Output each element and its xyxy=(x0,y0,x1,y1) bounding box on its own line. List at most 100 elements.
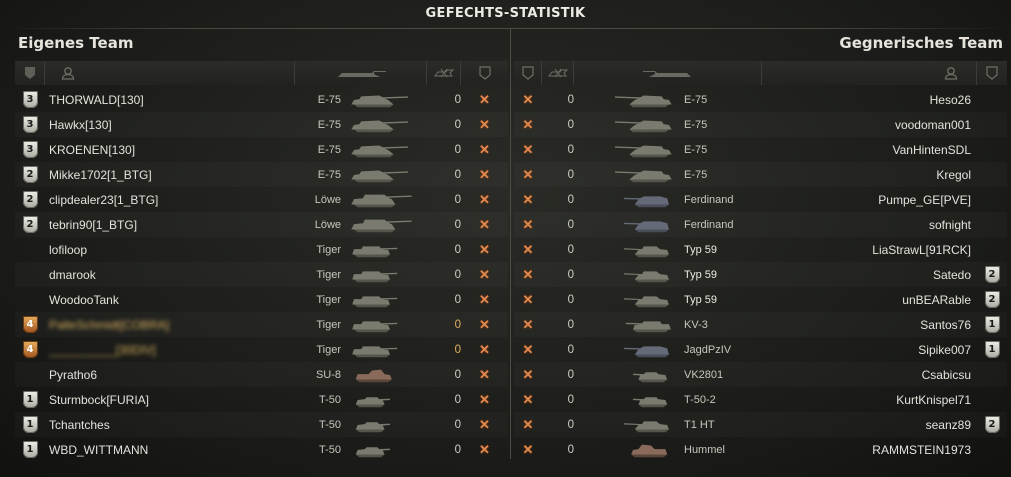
badge-cell: 3 xyxy=(15,91,45,108)
frags-count: 0 xyxy=(454,418,461,431)
mastery-badge: 4 xyxy=(22,316,38,333)
tank-icon xyxy=(345,416,427,434)
player-row[interactable]: 1 Sturmbock[FURIA] T-50 0 ✕ xyxy=(15,387,508,412)
player-row[interactable]: dmarook Tiger 0 ✕ xyxy=(15,262,508,287)
player-name: sofnight xyxy=(928,217,971,232)
player-name: voodoman001 xyxy=(894,117,971,132)
player-name: Sipike007 xyxy=(918,342,971,357)
player-name: tebrin90[1_BTG] xyxy=(49,217,138,232)
player-row[interactable]: 2 clipdealer23[1_BTG] Löwe 0 ✕ xyxy=(15,187,508,212)
tank-icon xyxy=(345,241,427,259)
frags-count: 0 xyxy=(567,243,574,256)
tank-name: JagdPzIV xyxy=(684,343,732,356)
player-row[interactable]: ✕ 0 T1 HT seanz89 2 xyxy=(514,412,1007,437)
destroyed-icon: ✕ xyxy=(522,216,534,232)
tank-icon xyxy=(345,216,427,234)
mastery-badge: 3 xyxy=(22,116,38,133)
player-row[interactable]: ✕ 0 Hummel RAMMSTEIN1973 xyxy=(514,437,1007,462)
player-name: dmarook xyxy=(49,267,96,282)
tank-name: E-75 xyxy=(684,118,708,131)
destroyed-icon: ✕ xyxy=(479,391,490,407)
tank-icon xyxy=(574,241,682,259)
tank-icon xyxy=(574,441,682,459)
player-row[interactable]: ✕ 0 E-75 Heso26 xyxy=(514,87,1007,112)
player-column-header[interactable] xyxy=(762,61,977,85)
tank-name: Ferdinand xyxy=(684,193,734,206)
player-row[interactable]: ✕ 0 JagdPzIV Sipike007 1 xyxy=(514,337,1007,362)
badge-cell: 1 xyxy=(15,416,45,433)
player-row[interactable]: ✕ 0 T-50-2 KurtKnispel71 xyxy=(514,387,1007,412)
player-row[interactable]: ✕ 0 KV-3 Santos76 1 xyxy=(514,312,1007,337)
player-column-header[interactable] xyxy=(45,61,295,85)
player-row[interactable]: ✕ 0 E-75 voodoman001 xyxy=(514,112,1007,137)
destroyed-icon: ✕ xyxy=(479,316,490,332)
mastery-badge: 1 xyxy=(22,391,38,408)
player-row[interactable]: ✕ 0 E-75 Kregol xyxy=(514,162,1007,187)
frags-count: 0 xyxy=(567,93,574,106)
player-row[interactable]: 3 KROENEN[130] E-75 0 ✕ xyxy=(15,137,508,162)
player-row[interactable]: ✕ 0 Ferdinand sofnight xyxy=(514,212,1007,237)
player-name: WoodooTank xyxy=(49,292,119,307)
title-divider xyxy=(0,28,1011,29)
tank-icon xyxy=(345,166,427,184)
frags-count: 0 xyxy=(454,393,461,406)
badge-column-header[interactable] xyxy=(977,61,1007,85)
player-name: Satedo xyxy=(932,267,971,282)
player-name: WBD_WITTMANN xyxy=(49,442,149,457)
player-icon xyxy=(944,67,958,80)
frags-column-header[interactable] xyxy=(427,61,461,85)
player-row[interactable]: 1 Tchantches T-50 0 ✕ xyxy=(15,412,508,437)
tank-column-header[interactable] xyxy=(574,61,762,85)
frags-count: 0 xyxy=(567,443,574,456)
destroyed-icon: ✕ xyxy=(522,441,534,457)
tank-icon xyxy=(574,341,682,359)
player-row[interactable]: ✕ 0 Typ 59 unBEARable 2 xyxy=(514,287,1007,312)
own-team-title: Eigenes Team xyxy=(18,34,134,52)
player-row[interactable]: 1 WBD_WITTMANN T-50 0 ✕ xyxy=(15,437,508,462)
status-column-header[interactable] xyxy=(514,61,542,85)
frags-column-header[interactable] xyxy=(542,61,574,85)
frags-count: 0 xyxy=(454,293,461,306)
destroyed-icon: ✕ xyxy=(479,341,490,357)
player-row[interactable]: ✕ 0 VK2801 Csabicsu xyxy=(514,362,1007,387)
frags-count: 0 xyxy=(567,393,574,406)
player-row[interactable]: ✕ 0 E-75 VanHintenSDL xyxy=(514,137,1007,162)
mastery-badge: 3 xyxy=(22,141,38,158)
frags-count: 0 xyxy=(454,93,461,106)
frags-count: 0 xyxy=(454,218,461,231)
player-row[interactable]: 3 Hawkx[130] E-75 0 ✕ xyxy=(15,112,508,137)
mastery-badge: 2 xyxy=(22,191,38,208)
player-row[interactable]: 4 PalteSchmidt[COBRA] Tiger 0 ✕ xyxy=(15,312,508,337)
page-title: GEFECHTS-STATISTIK xyxy=(425,6,586,21)
player-row[interactable]: WoodooTank Tiger 0 ✕ xyxy=(15,287,508,312)
player-name: unBEARable xyxy=(902,292,971,307)
player-row[interactable]: 2 tebrin90[1_BTG] Löwe 0 ✕ xyxy=(15,212,508,237)
player-row[interactable]: ✕ 0 Ferdinand Pumpe_GE[PVE] xyxy=(514,187,1007,212)
player-name: VanHintenSDL xyxy=(892,142,972,157)
player-name: RAMMSTEIN1973 xyxy=(872,442,971,457)
mastery-badge: 3 xyxy=(22,91,38,108)
badge-cell: 3 xyxy=(15,141,45,158)
player-row[interactable]: Pyratho6 SU-8 0 ✕ xyxy=(15,362,508,387)
tank-icon xyxy=(345,391,427,409)
badge-cell: 1 xyxy=(15,391,45,408)
frags-icon xyxy=(547,68,568,78)
frags-count: 0 xyxy=(454,143,461,156)
destroyed-icon: ✕ xyxy=(522,391,534,407)
player-row[interactable]: 3 THORWALD[130] E-75 0 ✕ xyxy=(15,87,508,112)
status-column-header[interactable] xyxy=(461,61,508,85)
badge-cell: 4 xyxy=(15,316,45,333)
player-row[interactable]: 4 __________[30DIV] Tiger 0 ✕ xyxy=(15,337,508,362)
tank-column-header[interactable] xyxy=(295,61,427,85)
badge-column-header[interactable] xyxy=(15,61,45,85)
tank-icon xyxy=(345,266,427,284)
tank-name: Löwe xyxy=(314,218,341,231)
player-row[interactable]: ✕ 0 Typ 59 Satedo 2 xyxy=(514,262,1007,287)
destroyed-icon: ✕ xyxy=(522,141,534,157)
tank-name: E-75 xyxy=(684,93,708,106)
player-row[interactable]: lofiloop Tiger 0 ✕ xyxy=(15,237,508,262)
player-row[interactable]: ✕ 0 Typ 59 LiaStrawL[91RCK] xyxy=(514,237,1007,262)
player-row[interactable]: 2 Mikke1702[1_BTG] E-75 0 ✕ xyxy=(15,162,508,187)
badge-cell: 2 xyxy=(977,291,1007,308)
destroyed-icon: ✕ xyxy=(522,291,534,307)
